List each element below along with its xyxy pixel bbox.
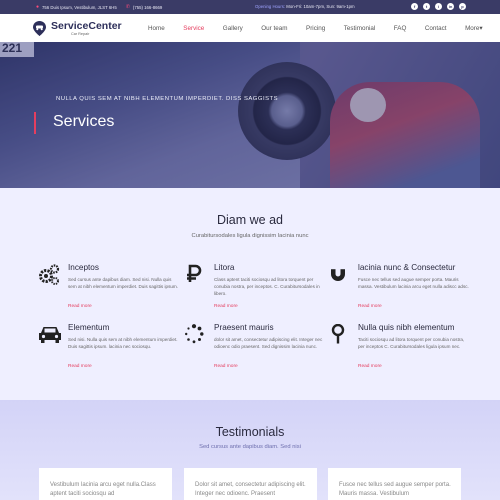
feature-text: Class aptent taciti sociosqu ad litora t… — [214, 277, 320, 296]
nav-contact[interactable]: Contact — [425, 25, 447, 32]
address-info: ● 756 Duis Ipsum, Vestibulum, JLST 6H5 — [36, 4, 117, 10]
brand-subtitle: Car Repair — [71, 31, 90, 36]
map-pin-icon — [328, 323, 348, 344]
social-links: f t i in p — [411, 3, 466, 10]
location-icon: ● — [36, 4, 40, 10]
testimonials-section: Testimonials Sed cursus ante dapibus dia… — [0, 400, 500, 500]
read-more-link[interactable]: Read more — [358, 364, 382, 369]
hero-banner: 221 NULLA QUIS SEM AT NIBH ELEMENTUM IMP… — [0, 42, 500, 188]
features-section: Diam we ad Curabitursodales ligula digni… — [0, 188, 500, 400]
nav-service[interactable]: Service — [183, 25, 204, 32]
feature-text: Sed nisi. Nulla quis sem at nibh element… — [68, 337, 178, 349]
testimonial-card: Vestibulum lacinia arcu eget nulla.Class… — [39, 468, 172, 500]
feature-title: lacinia nunc & Consectetur — [358, 263, 456, 272]
hours-value: Mon-Fri: 10am-7pm, Sun: 9am-1pm — [285, 4, 355, 9]
read-more-link[interactable]: Read more — [214, 304, 238, 309]
feature-title: Inceptos — [68, 263, 99, 272]
read-more-link[interactable]: Read more — [358, 304, 382, 309]
nav-testimonial[interactable]: Testimonial — [344, 25, 376, 32]
feature-title: Litora — [214, 263, 235, 272]
nav-pricing[interactable]: Pricing — [306, 25, 325, 32]
feature-title: Nulla quis nibh elementum — [358, 323, 455, 332]
nav-home[interactable]: Home — [148, 25, 165, 32]
nav-our-team[interactable]: Our team — [261, 25, 287, 32]
testimonials-lead: Sed cursus ante dapibus diam. Sed nisi — [199, 444, 301, 450]
hero-accent-bar — [34, 112, 36, 134]
testimonials-title: Testimonials — [215, 425, 285, 439]
nav-gallery[interactable]: Gallery — [223, 25, 243, 32]
features-lead: Curabitursodales ligula dignissim lacini… — [191, 233, 309, 239]
brand-name[interactable]: ServiceCenter — [51, 20, 122, 32]
pinterest-icon[interactable]: p — [459, 3, 466, 10]
feature-text: Taciti sociosqu ad litora torquent per c… — [358, 337, 465, 349]
feature-text: Sed cursus ante dapibus diam. Sed nisi. … — [68, 277, 179, 289]
facebook-icon[interactable]: f — [411, 3, 418, 10]
nav-menu: Home Service Gallery Our team Pricing Te… — [148, 14, 500, 42]
features-title: Diam we ad — [217, 213, 283, 227]
read-more-link[interactable]: Read more — [68, 304, 92, 309]
spinner-icon — [184, 324, 204, 344]
page-title: Services — [53, 113, 115, 130]
top-info-bar: ● 756 Duis Ipsum, Vestibulum, JLST 6H5 ✆… — [0, 0, 500, 14]
linkedin-icon[interactable]: in — [447, 3, 454, 10]
hours-label: Opening Hours: — [255, 4, 286, 9]
logo-pin-icon[interactable] — [33, 20, 46, 36]
read-more-link[interactable]: Read more — [68, 364, 92, 369]
feature-text: dolor sit amet, consectetur adipiscing e… — [214, 337, 323, 349]
car-icon — [38, 324, 61, 344]
read-more-link[interactable]: Read more — [214, 364, 238, 369]
feature-title: Praesent mauris — [214, 323, 274, 332]
gears-icon — [38, 264, 60, 285]
instagram-icon[interactable]: i — [435, 3, 442, 10]
hero-tagline: NULLA QUIS SEM AT NIBH ELEMENTUM IMPERDI… — [56, 96, 279, 102]
ruble-icon — [184, 264, 204, 284]
phone-text[interactable]: (755) 166-8669 — [133, 5, 162, 10]
brand[interactable]: ServiceCenter Car Repair — [51, 20, 122, 36]
address-text: 756 Duis Ipsum, Vestibulum, JLST 6H5 — [42, 4, 117, 10]
phone-info[interactable]: ✆ (755) 166-8669 — [126, 4, 163, 10]
nav-more-dropdown[interactable]: More▾ — [465, 25, 483, 32]
feature-text: Fusce nec tellus sed augue semper porta.… — [358, 277, 469, 289]
feature-title: Elementum — [68, 323, 110, 332]
testimonial-card: Dolor sit amet, consectetur adipiscing e… — [184, 468, 317, 500]
phone-icon: ✆ — [125, 4, 130, 10]
nav-faq[interactable]: FAQ — [394, 25, 407, 32]
testimonial-card: Fusce nec tellus sed augue semper porta.… — [328, 468, 461, 500]
twitter-icon[interactable]: t — [423, 3, 430, 10]
main-navbar: ServiceCenter Car Repair Home Service Ga… — [0, 14, 500, 42]
magnet-icon — [328, 264, 348, 284]
opening-hours: Opening Hours: Mon-Fri: 10am-7pm, Sun: 9… — [255, 4, 355, 9]
